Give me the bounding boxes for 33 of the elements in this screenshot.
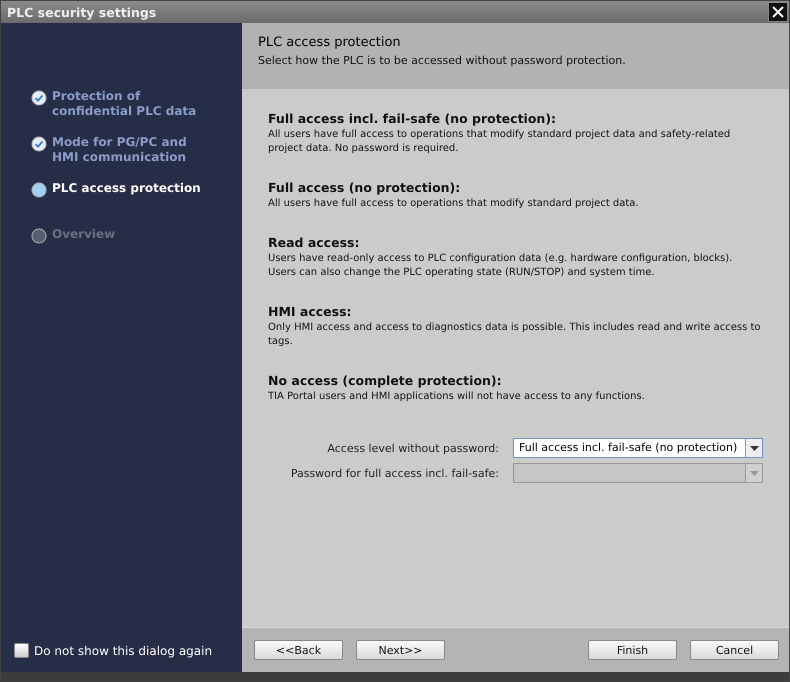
close-icon <box>772 6 784 18</box>
circle-icon <box>31 228 47 244</box>
field-label: Access level without password: <box>327 442 499 454</box>
level-title: Full access (no protection): <box>268 180 462 195</box>
level-description: Only HMI access and access to diagnostics data is possible. This includes read and write access to tags. <box>268 321 762 349</box>
level-title: Read access: <box>268 235 360 250</box>
close-button[interactable] <box>768 2 788 22</box>
field-label: Password for full access incl. fail-safe: <box>290 466 499 480</box>
level-title: HMI access: <box>268 304 353 319</box>
level-title: No access (complete protection): <box>268 373 503 388</box>
nav-button[interactable]: Next>> <box>356 640 445 660</box>
nav-button[interactable]: <<Back <box>254 640 343 660</box>
circle-icon <box>31 182 47 198</box>
level-description: Users have read-only access to PLC configuration data (e.g. hardware configuration, blocks). Users can also change the PLC operating state (RUN/STOP) and system time. <box>268 252 734 280</box>
window-title: PLC security settings <box>7 4 156 20</box>
page-subtitle: Select how the PLC is to be accessed without password protection. <box>258 54 627 67</box>
level-description: All users have full access to operations that modify standard project data. <box>268 197 640 211</box>
level-description: TIA Portal users and HMI applications will not have access to any functions. <box>268 390 646 404</box>
level-description: All users have full access to operations that modify standard project data and safety-related project data. No password is required. <box>268 128 732 156</box>
dialog-button[interactable]: Finish <box>588 640 677 660</box>
step-item[interactable]: PLC access protection <box>52 181 217 196</box>
checkbox[interactable] <box>14 643 29 658</box>
level-title: Full access incl. fail-safe (no protection): <box>268 111 558 126</box>
caret-icon <box>750 470 758 476</box>
check-circle-icon <box>31 90 47 106</box>
check-circle-icon <box>31 136 47 152</box>
step-item[interactable]: Protection of confidential PLC data <box>52 89 217 119</box>
dropdown-field[interactable]: Full access incl. fail-safe (no protection) <box>513 438 763 458</box>
page-title: PLC access protection <box>258 35 402 50</box>
dialog-button[interactable]: Cancel <box>690 640 779 660</box>
checkbox-label: Do not show this dialog again <box>34 644 212 658</box>
caret-icon <box>750 446 758 450</box>
step-item[interactable]: Mode for PG/PC and HMI communication <box>52 135 217 165</box>
